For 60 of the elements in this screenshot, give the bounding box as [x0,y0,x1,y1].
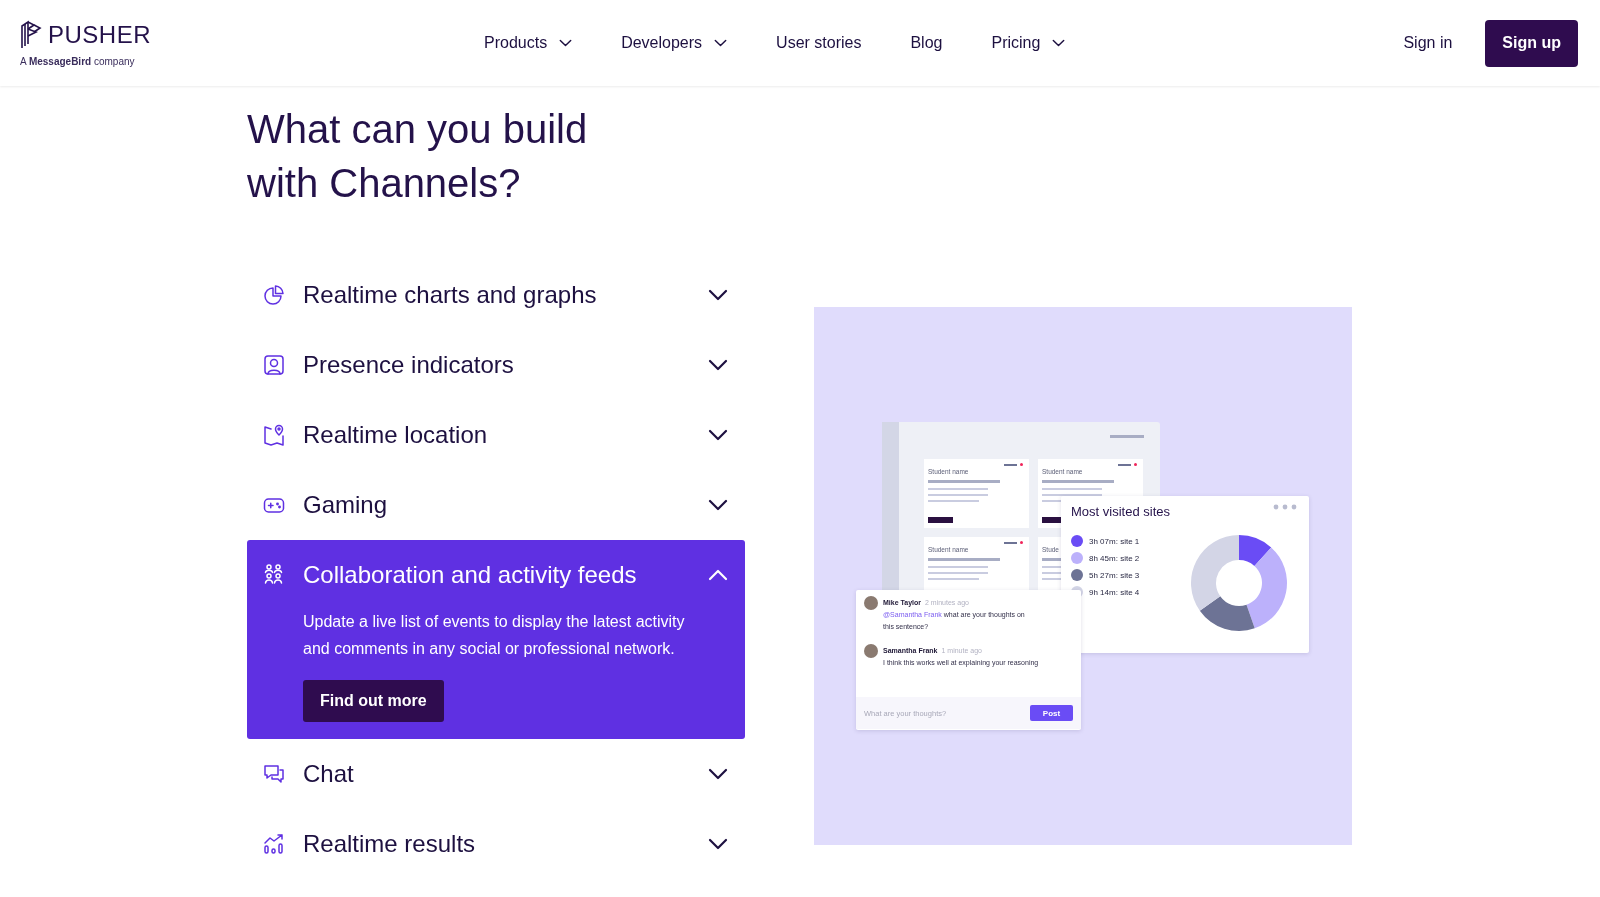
logo-tagline: A MessageBird company [20,55,136,67]
post-button[interactable]: Post [1030,705,1073,721]
accordion-header[interactable]: Realtime location [247,400,745,470]
placeholder-line [928,488,988,490]
legend-label: 5h 27m: site 3 [1089,570,1140,580]
placeholder-line [928,494,988,496]
accordion-header[interactable]: Gaming [247,470,745,540]
nav-link[interactable]: Blog [910,34,943,52]
placeholder-line [1042,494,1102,496]
chevron-down-icon [708,499,728,511]
nav-link[interactable]: Pricing [991,34,1066,52]
avatar [864,644,878,658]
map-pin-icon [263,424,285,446]
accordion-header[interactable]: Realtime results [247,809,745,879]
nav-link[interactable]: Products [484,34,573,52]
logo-text[interactable]: PUSHER [48,20,152,49]
placeholder-line [928,572,988,574]
chevron-down-icon [714,39,728,47]
pie-chart-icon [263,284,285,306]
placeholder-line [1042,488,1102,490]
accordion-header[interactable]: Collaboration and activity feeds [247,540,745,610]
placeholder-line [928,500,979,502]
sign-in-link[interactable]: Sign in [1403,34,1453,52]
placeholder-bar [928,558,1000,561]
chevron-down-icon [708,838,728,850]
placeholder-line [928,578,979,580]
logo-icon [20,19,42,50]
notification-dot [1020,541,1023,544]
avatar [864,596,878,610]
more-icon[interactable] [1273,504,1297,510]
people-icon [263,564,285,586]
sign-up-button[interactable]: Sign up [1485,19,1578,67]
notification-dot [1134,463,1137,466]
notification-dot [1020,463,1023,466]
chevron-up-icon [708,569,728,581]
legend-label: 3h 07m: site 1 [1089,536,1140,546]
nav-link[interactable]: Developers [621,34,728,52]
accordion-header[interactable]: Realtime charts and graphs [247,260,745,330]
placeholder-bar [1110,435,1144,438]
find-out-more-button[interactable]: Find out more [303,680,444,722]
chat-icon [263,763,285,785]
accordion-header[interactable]: Presence indicators [247,330,745,400]
legend-label: 8h 45m: site 2 [1089,553,1140,563]
chevron-down-icon [559,39,573,47]
feature-description: Update a live list of events to display the latest activity and comments in any social or professional network. [303,612,686,659]
placeholder-bar [928,480,1000,483]
chevron-down-icon [708,289,728,301]
nav-link[interactable]: User stories [776,34,862,52]
accordion-header[interactable]: Chat [247,739,745,809]
chevron-down-icon [1052,39,1066,47]
card-title: Most visited sites [1071,504,1170,519]
user-icon [263,354,285,376]
placeholder-line [928,566,988,568]
growth-chart-icon [263,833,285,855]
section-title: What can you build with Channels? [247,106,589,207]
chevron-down-icon [708,359,728,371]
chevron-down-icon [708,768,728,780]
legend-label: 9h 14m: site 4 [1089,587,1140,597]
placeholder-bar [1042,480,1114,483]
chevron-down-icon [708,429,728,441]
